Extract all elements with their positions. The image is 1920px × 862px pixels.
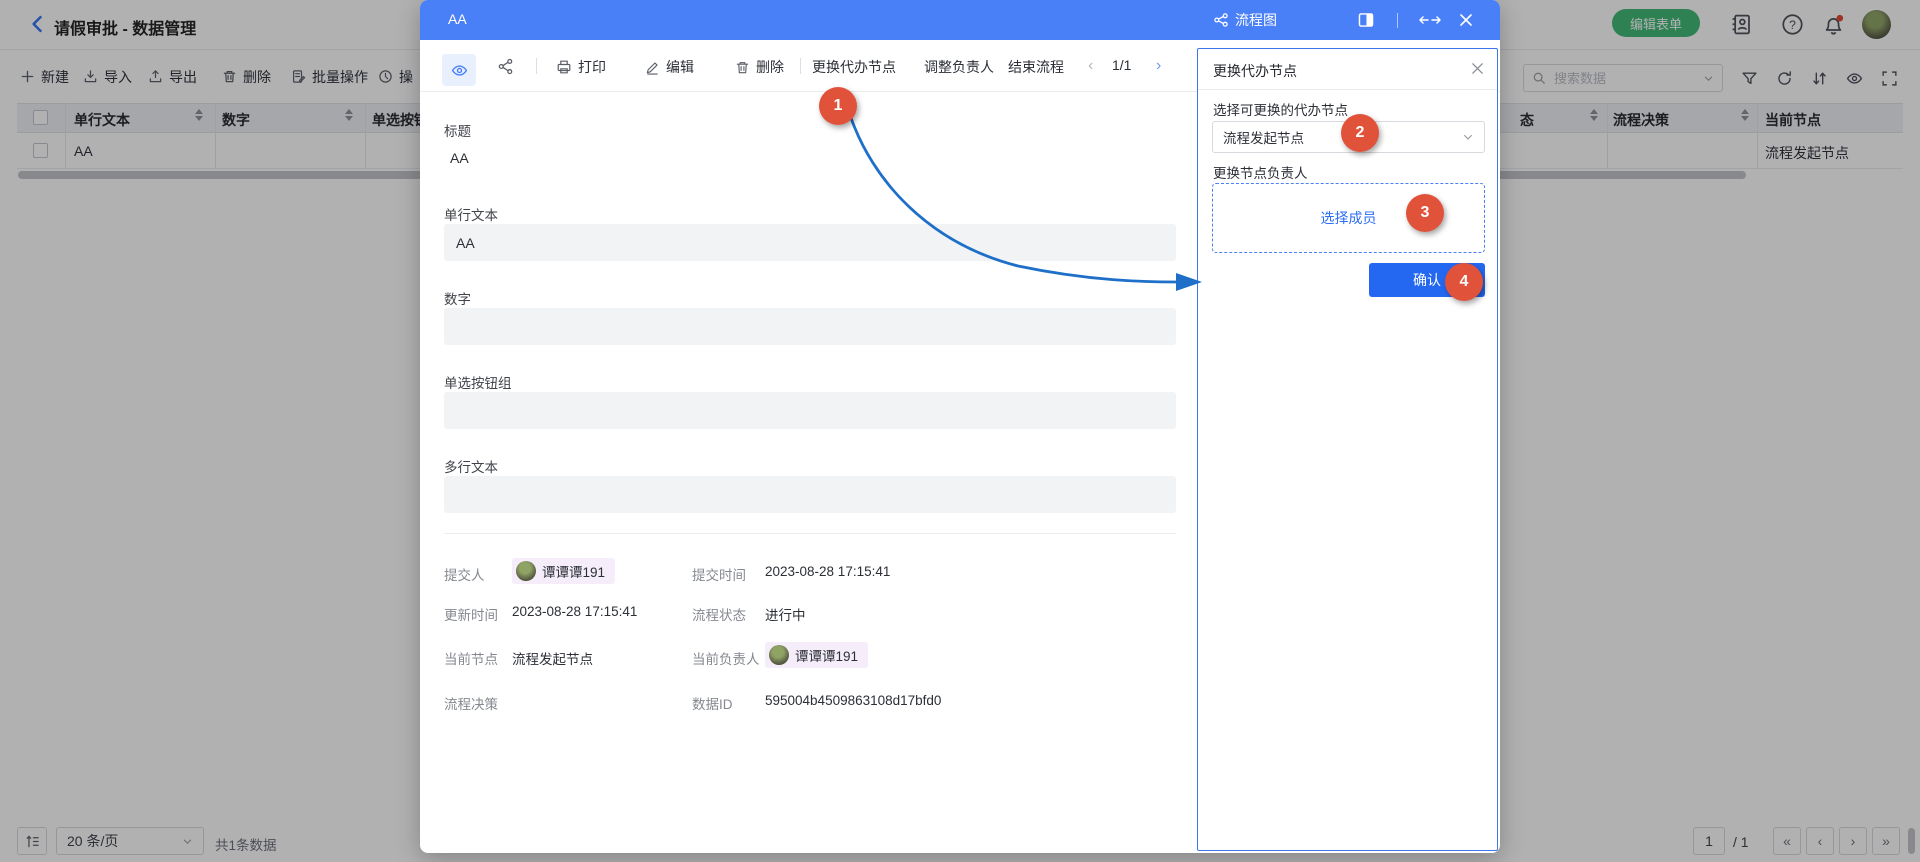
adjust-owner-button[interactable]: 调整负责人: [924, 57, 994, 77]
flowchart-button[interactable]: 流程图: [1213, 10, 1277, 30]
detail-label-owner: 当前负责人: [692, 648, 760, 668]
field-label-multiline: 多行文本: [444, 456, 498, 476]
detail-value-update-time: 2023-08-28 17:15:41: [512, 604, 637, 619]
field-input-text[interactable]: AA: [444, 224, 1176, 261]
owner-tag: 谭谭谭191: [765, 642, 868, 668]
field-input-number[interactable]: [444, 308, 1176, 345]
detail-value-submit-time: 2023-08-28 17:15:41: [765, 564, 890, 579]
app-root: 请假审批 - 数据管理 编辑表单 ? 新建 导入 导出 删除 批量操作: [0, 0, 1920, 862]
edit-button[interactable]: 编辑: [645, 57, 694, 77]
record-pager: 1/1: [1112, 57, 1131, 73]
delete-record-button[interactable]: 删除: [735, 57, 784, 77]
flowchart-icon: [1213, 12, 1229, 28]
end-flow-button[interactable]: 结束流程: [1008, 57, 1064, 77]
field-label-number: 数字: [444, 288, 471, 308]
titlebar-divider: [1397, 13, 1398, 28]
annotation-badge-2: 2: [1341, 114, 1379, 152]
field-label-text: 单行文本: [444, 204, 498, 224]
detail-label-status: 流程状态: [692, 604, 746, 624]
toolbar-divider: [800, 58, 801, 74]
expand-modal-icon[interactable]: [1418, 12, 1442, 28]
section-divider: [444, 533, 1176, 534]
node-select-label: 选择可更换的代办节点: [1213, 99, 1348, 119]
record-prev-icon[interactable]: ‹: [1088, 57, 1093, 75]
annotation-badge-4: 4: [1445, 263, 1483, 301]
trash-icon: [735, 60, 750, 75]
printer-icon: [556, 59, 572, 75]
toolbar-divider: [536, 58, 537, 74]
modal-titlebar: AA 流程图: [420, 0, 1500, 40]
chevron-down-icon: [1462, 131, 1474, 143]
member-avatar: [516, 561, 536, 581]
field-label-radio: 单选按钮组: [444, 372, 512, 392]
detail-label-submit-time: 提交时间: [692, 564, 746, 584]
share-icon[interactable]: [497, 58, 514, 75]
detail-value-status: 进行中: [765, 604, 806, 624]
detail-label-decision: 流程决策: [444, 693, 498, 713]
record-next-icon[interactable]: ›: [1156, 57, 1161, 75]
panel-title: 更换代办节点: [1213, 61, 1297, 81]
detail-label-update-time: 更新时间: [444, 604, 498, 624]
detail-label-submitter: 提交人: [444, 564, 485, 584]
change-node-panel: 更换代办节点 选择可更换的代办节点 流程发起节点 更换节点负责人 选择成员 确认: [1197, 48, 1498, 851]
panel-divider: [1198, 89, 1497, 90]
choose-member-link[interactable]: 选择成员: [1321, 208, 1377, 228]
detail-label-data-id: 数据ID: [692, 693, 733, 713]
pencil-icon: [645, 60, 660, 75]
modal-title: AA: [448, 11, 467, 27]
node-owner-label: 更换节点负责人: [1213, 162, 1308, 182]
view-mode-button[interactable]: [442, 54, 476, 86]
detail-value-node: 流程发起节点: [512, 648, 593, 668]
close-modal-icon[interactable]: [1458, 12, 1474, 28]
print-button[interactable]: 打印: [556, 57, 606, 77]
detail-value-data-id: 595004b4509863108d17bfd0: [765, 693, 941, 708]
field-input-multiline[interactable]: [444, 476, 1176, 513]
change-node-button[interactable]: 更换代办节点: [812, 57, 896, 77]
field-value-title: AA: [450, 150, 469, 166]
submitter-tag: 谭谭谭191: [512, 558, 615, 584]
annotation-badge-1: 1: [819, 87, 857, 125]
detail-label-node: 当前节点: [444, 648, 498, 668]
member-avatar: [769, 645, 789, 665]
toggle-panel-icon[interactable]: [1357, 11, 1375, 29]
member-picker-box[interactable]: 选择成员: [1212, 183, 1485, 253]
annotation-badge-3: 3: [1406, 194, 1444, 232]
field-input-radio[interactable]: [444, 392, 1176, 429]
field-label-title: 标题: [444, 120, 471, 140]
close-panel-icon[interactable]: [1470, 61, 1485, 76]
